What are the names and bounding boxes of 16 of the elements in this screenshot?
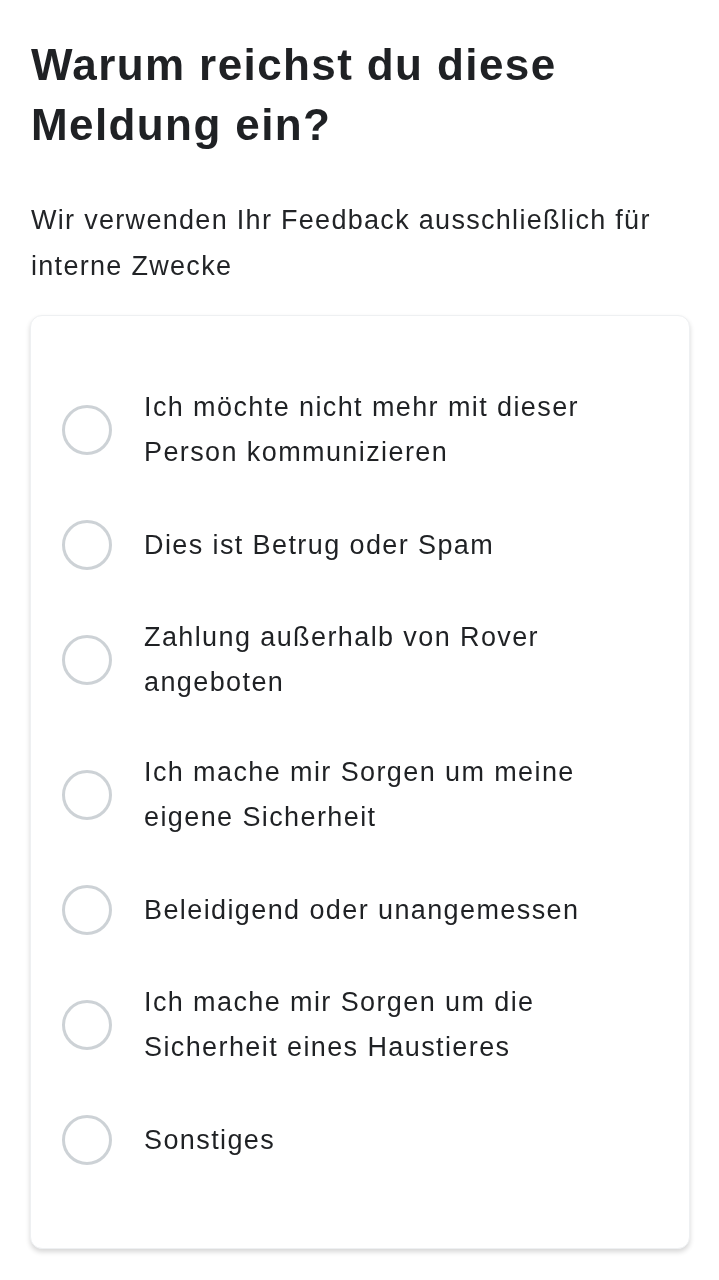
radio-button[interactable] xyxy=(62,1000,112,1050)
option-label[interactable]: Zahlung außerhalb von Rover angeboten xyxy=(144,615,659,705)
option-label[interactable]: Beleidigend oder unangemessen xyxy=(144,887,580,933)
radio-button[interactable] xyxy=(62,1115,112,1165)
option-label[interactable]: Ich mache mir Sorgen um meine eigene Sicherheit xyxy=(144,750,659,840)
option-label[interactable]: Dies ist Betrug oder Spam xyxy=(144,522,495,568)
radio-button[interactable] xyxy=(62,885,112,935)
subtitle-text: Wir verwenden Ihr Feedback ausschließlich für interne Zwecke xyxy=(30,204,652,283)
radio-button[interactable] xyxy=(62,770,112,820)
option-label[interactable]: Ich mache mir Sorgen um die Sicherheit eines Haustieres xyxy=(144,980,659,1070)
page-title: Warum reichst du diese Meldung ein? xyxy=(30,39,558,151)
option-label[interactable]: Ich möchte nicht mehr mit dieser Person kommunizieren xyxy=(144,385,659,475)
radio-button[interactable] xyxy=(62,635,112,685)
radio-button[interactable] xyxy=(62,405,112,455)
option-label[interactable]: Sonstiges xyxy=(144,1117,276,1163)
radio-button[interactable] xyxy=(62,520,112,570)
